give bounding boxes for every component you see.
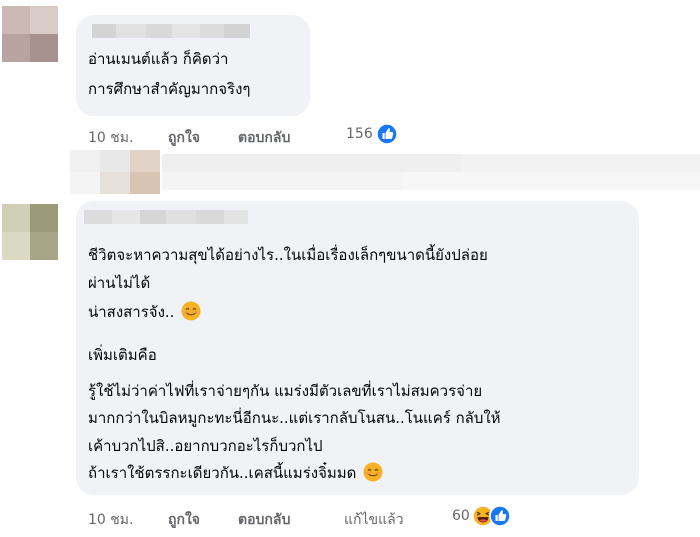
- timestamp[interactable]: 10 ชม.: [88, 127, 133, 149]
- smiling-face-icon: [181, 301, 201, 321]
- reaction-count: 156: [346, 126, 373, 142]
- like-icon: [375, 123, 398, 145]
- reaction-summary[interactable]: 60: [452, 505, 511, 527]
- comment-text-line: ผ่านไม่ได้: [88, 274, 151, 292]
- comment-text-line: เค้าบวกไปสิ..อยากบวกอะไรก็บวกไป: [88, 437, 323, 455]
- comment-text-segment: น่าสงสารจัง..: [88, 303, 175, 321]
- author-name[interactable]: [92, 24, 250, 38]
- edited-label: แก้ไขแล้ว: [344, 512, 404, 528]
- comment-text-segment: ถ้าเราใช้ตรรกะเดียวกัน..เคสนี้แมร่งจิ๋มม…: [88, 464, 357, 482]
- smiling-face-icon: [363, 462, 383, 482]
- comment-text-line: การศึกษาสำคัญมากจริงๆ: [88, 80, 251, 98]
- reaction-count: 60: [452, 508, 470, 524]
- avatar[interactable]: [2, 204, 58, 260]
- reaction-summary[interactable]: 156: [346, 123, 398, 145]
- comment-text-line: รู้ใช้ไม่ว่าค่าไฟที่เราจ่ายๆกัน แมร่งมีต…: [88, 382, 483, 400]
- author-name[interactable]: [84, 210, 248, 224]
- reply-button[interactable]: ตอบกลับ: [238, 127, 290, 149]
- timestamp[interactable]: 10 ชม.: [88, 509, 133, 531]
- blurred-reply-row: [70, 150, 700, 194]
- like-icon: [489, 505, 511, 527]
- like-button[interactable]: ถูกใจ: [168, 509, 200, 531]
- comment-text-line: เพิ่มเติมคือ: [88, 346, 157, 364]
- comment-text-line: มากกว่าในบิลหมูกะทะนี่อีกนะ..แต่เรากลับโ…: [88, 409, 501, 427]
- comment-text-line: ถ้าเราใช้ตรรกะเดียวกัน..เคสนี้แมร่งจิ๋มม…: [88, 460, 383, 486]
- comment-text-line: น่าสงสารจัง..: [88, 299, 201, 325]
- comment-text-line: ชีวิตจะหาความสุขได้อย่างไร..ในเมื่อเรื่อ…: [88, 246, 488, 264]
- like-button[interactable]: ถูกใจ: [168, 127, 200, 149]
- avatar[interactable]: [2, 6, 58, 62]
- comment-text-line: อ่านเมนต์แล้ว ก็คิดว่า: [88, 50, 229, 68]
- reply-button[interactable]: ตอบกลับ: [238, 509, 290, 531]
